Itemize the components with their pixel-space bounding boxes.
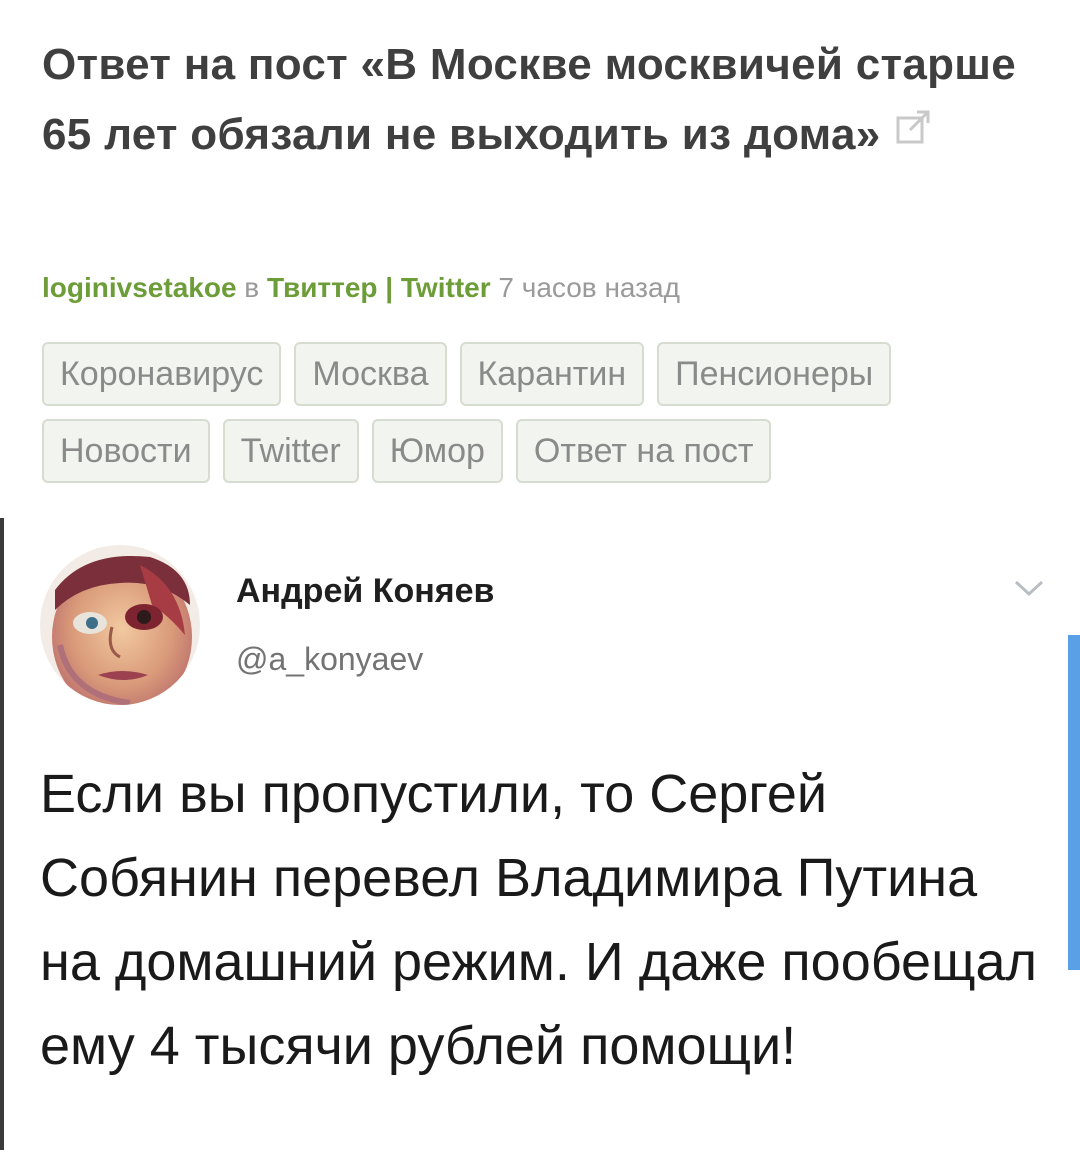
- tag-twitter[interactable]: Twitter: [222, 419, 359, 483]
- post-title[interactable]: Ответ на пост «В Москве москвичей старше…: [42, 30, 1042, 172]
- tags-list: Коронавирус Москва Карантин Пенсионеры Н…: [42, 342, 1042, 496]
- avatar[interactable]: [40, 545, 200, 705]
- tweet-author-name[interactable]: Андрей Коняев: [236, 572, 494, 611]
- tags-row: Новости Twitter Юмор Ответ на пост: [42, 419, 1042, 483]
- post-time: 7 часов назад: [498, 272, 680, 303]
- tweet-author-handle[interactable]: @a_konyaev: [236, 641, 423, 678]
- external-link-icon[interactable]: [895, 98, 933, 168]
- tweet-text: Если вы пропустили, то Сергей Собянин пе…: [40, 764, 1038, 1076]
- tag-moskva[interactable]: Москва: [294, 342, 447, 406]
- scrollbar[interactable]: [1068, 635, 1080, 970]
- tag-novosti[interactable]: Новости: [42, 419, 210, 483]
- tag-karantin[interactable]: Карантин: [459, 342, 645, 406]
- tag-pensionery[interactable]: Пенсионеры: [657, 342, 892, 406]
- tags-row: Коронавирус Москва Карантин Пенсионеры: [42, 342, 1042, 406]
- post-meta: loginivsetakoe в Твиттер | Twitter 7 час…: [42, 272, 680, 304]
- tag-koronavirus[interactable]: Коронавирус: [42, 342, 282, 406]
- tag-otvet-na-post[interactable]: Ответ на пост: [515, 419, 772, 483]
- tag-yumor[interactable]: Юмор: [371, 419, 503, 483]
- community-link[interactable]: Твиттер | Twitter: [267, 272, 491, 303]
- in-label: в: [244, 272, 260, 303]
- chevron-down-icon[interactable]: [1012, 576, 1046, 605]
- post-title-text[interactable]: Ответ на пост «В Москве москвичей старше…: [42, 40, 1016, 159]
- author-link[interactable]: loginivsetakoe: [42, 272, 237, 303]
- tweet-left-border: [0, 518, 4, 1150]
